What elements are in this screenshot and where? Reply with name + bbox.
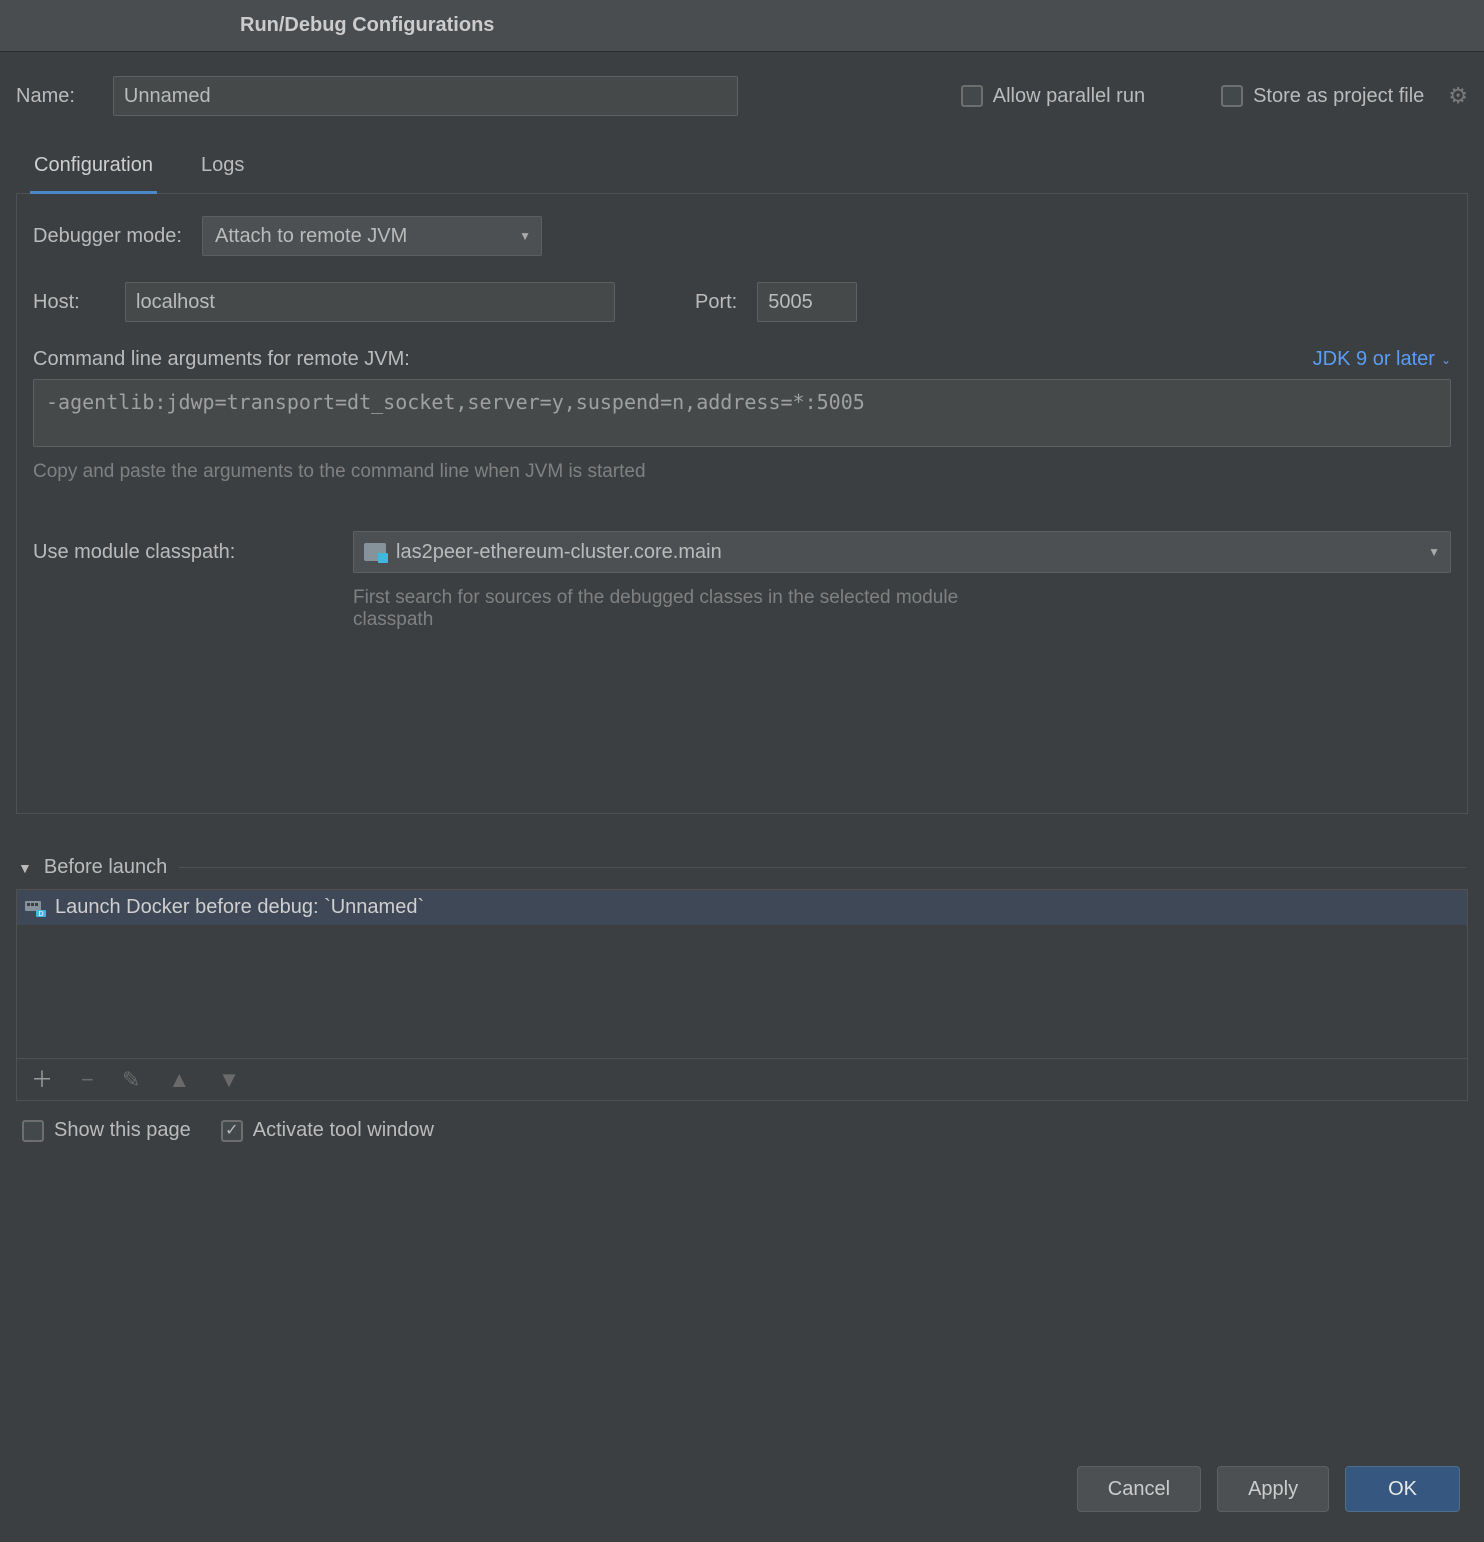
module-classpath-hint: First search for sources of the debugged… <box>353 587 1003 631</box>
host-input[interactable] <box>125 282 615 322</box>
move-down-button[interactable]: ▼ <box>218 1069 240 1091</box>
port-input[interactable] <box>757 282 857 322</box>
list-item-label: Launch Docker before debug: `Unnamed` <box>55 896 424 919</box>
cmd-args-field[interactable]: -agentlib:jdwp=transport=dt_socket,serve… <box>33 379 1451 447</box>
allow-parallel-label: Allow parallel run <box>993 85 1145 108</box>
tab-logs[interactable]: Logs <box>197 144 248 194</box>
configuration-panel: Debugger mode: Attach to remote JVM ▼ Ho… <box>16 194 1468 814</box>
name-input[interactable] <box>113 76 738 116</box>
host-label: Host: <box>33 291 105 314</box>
svg-text:D: D <box>38 911 43 917</box>
port-label: Port: <box>695 291 737 314</box>
dialog-button-bar: Cancel Apply OK <box>1077 1466 1460 1512</box>
chevron-down-icon: ▼ <box>18 860 32 876</box>
store-project-label: Store as project file <box>1253 85 1424 108</box>
add-button[interactable]: ＋ <box>31 1069 53 1091</box>
show-page-checkbox[interactable]: Show this page <box>22 1119 191 1142</box>
edit-button[interactable]: ✎ <box>122 1069 140 1091</box>
divider <box>179 867 1466 868</box>
before-launch-list[interactable]: D Launch Docker before debug: `Unnamed` <box>16 889 1468 1059</box>
checkbox-icon <box>221 1120 243 1142</box>
checkbox-icon <box>961 85 983 107</box>
apply-button[interactable]: Apply <box>1217 1466 1329 1512</box>
jdk-version-text: JDK 9 or later <box>1313 348 1435 371</box>
dialog-title: Run/Debug Configurations <box>0 0 1484 52</box>
module-classpath-value: las2peer-ethereum-cluster.core.main <box>396 541 722 564</box>
show-page-label: Show this page <box>54 1119 191 1142</box>
debugger-mode-label: Debugger mode: <box>33 225 182 248</box>
before-launch-toolbar: ＋ − ✎ ▲ ▼ <box>16 1059 1468 1101</box>
dialog-title-text: Run/Debug Configurations <box>240 14 494 37</box>
cmd-args-label: Command line arguments for remote JVM: <box>33 348 410 371</box>
before-launch-label: Before launch <box>44 856 167 879</box>
tab-configuration[interactable]: Configuration <box>30 144 157 194</box>
folder-icon <box>364 543 386 561</box>
checkbox-icon <box>1221 85 1243 107</box>
activate-tool-window-label: Activate tool window <box>253 1119 434 1142</box>
debugger-mode-select[interactable]: Attach to remote JVM ▼ <box>202 216 542 256</box>
store-project-checkbox[interactable]: Store as project file <box>1221 85 1424 108</box>
activate-tool-window-checkbox[interactable]: Activate tool window <box>221 1119 434 1142</box>
cancel-button[interactable]: Cancel <box>1077 1466 1201 1512</box>
allow-parallel-checkbox[interactable]: Allow parallel run <box>961 85 1145 108</box>
name-label: Name: <box>16 85 75 108</box>
cmd-args-hint: Copy and paste the arguments to the comm… <box>33 461 1451 483</box>
checkbox-icon <box>22 1120 44 1142</box>
jdk-version-link[interactable]: JDK 9 or later ⌄ <box>1313 348 1451 371</box>
module-classpath-select[interactable]: las2peer-ethereum-cluster.core.main ▼ <box>353 531 1451 573</box>
list-item[interactable]: D Launch Docker before debug: `Unnamed` <box>17 890 1467 925</box>
ok-button[interactable]: OK <box>1345 1466 1460 1512</box>
chevron-down-icon: ▼ <box>519 229 531 243</box>
remove-button[interactable]: − <box>81 1069 94 1091</box>
move-up-button[interactable]: ▲ <box>168 1069 190 1091</box>
before-launch-header[interactable]: ▼ Before launch <box>18 856 1466 879</box>
gear-icon[interactable]: ⚙ <box>1448 83 1468 109</box>
tab-bar: Configuration Logs <box>16 144 1468 194</box>
chevron-down-icon: ⌄ <box>1441 353 1451 367</box>
chevron-down-icon: ▼ <box>1428 545 1440 559</box>
docker-icon: D <box>25 899 47 917</box>
debugger-mode-value: Attach to remote JVM <box>215 225 407 248</box>
module-classpath-label: Use module classpath: <box>33 541 333 564</box>
